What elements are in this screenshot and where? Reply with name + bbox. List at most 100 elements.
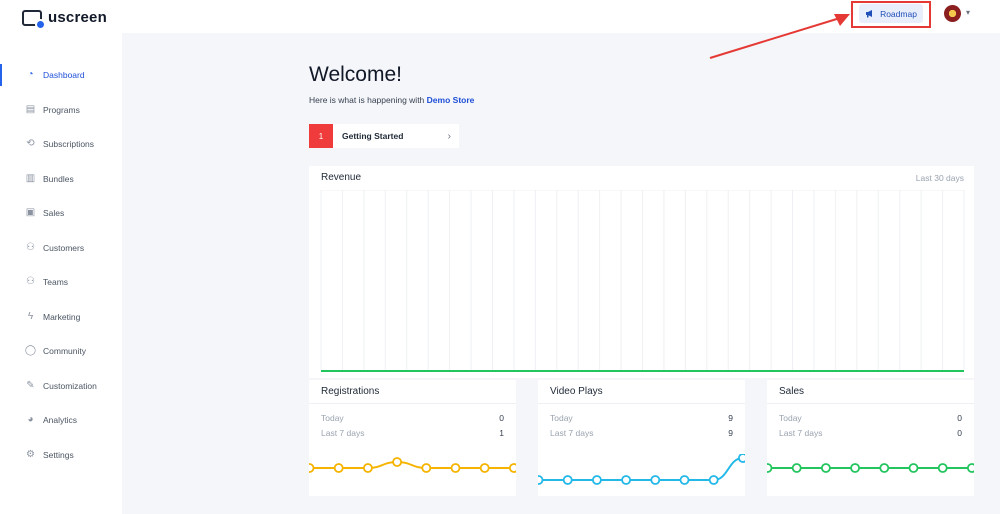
sidebar-item-label: Sales [43, 208, 65, 218]
page-title: Welcome! [309, 63, 402, 86]
sales-card: Sales Today 0 Last 7 days 0 [767, 380, 974, 496]
sidebar-item-subscriptions[interactable]: ⟲ Subscriptions [0, 133, 122, 155]
community-icon: ◯ [24, 345, 37, 356]
chevron-right-icon: › [447, 130, 451, 142]
sidebar-item-sales[interactable]: ▣ Sales [0, 202, 122, 224]
settings-icon: ⚙ [26, 449, 35, 460]
sparkline-point [850, 463, 860, 473]
video-plays-sparkline [538, 454, 745, 485]
analytics-icon: ◕ [27, 414, 34, 425]
bundles-icon: ▥ [25, 173, 36, 184]
revenue-title: Revenue [321, 172, 362, 183]
sparkline-point [967, 463, 974, 473]
sidebar: ◔ Dashboard ▤ Programs ⟲ Subscriptions ▥… [0, 33, 122, 514]
sparkline-point [791, 463, 802, 473]
card-today-label: Today [779, 413, 802, 423]
annotation-arrow [709, 14, 850, 59]
store-name-link[interactable]: Demo Store [427, 95, 475, 105]
card-week-value: 9 [728, 428, 733, 438]
sidebar-item-marketing[interactable]: ϟ Marketing [0, 306, 122, 328]
sidebar-item-label: Customization [43, 381, 97, 391]
sidebar-item-label: Customers [43, 243, 85, 253]
sparkline-point [738, 454, 745, 463]
sparkline-point [309, 463, 315, 473]
sparkline-point [879, 463, 890, 473]
sales-sparkline [767, 463, 974, 473]
registrations-sparkline [309, 457, 516, 473]
dashboard-icon: ◔ [27, 69, 34, 80]
card-divider [767, 403, 974, 404]
sidebar-item-dashboard[interactable]: ◔ Dashboard [0, 64, 122, 86]
sparkline-point [363, 463, 373, 473]
megaphone-icon [866, 10, 873, 18]
sidebar-item-label: Dashboard [43, 70, 85, 80]
sidebar-item-customers[interactable]: ⚇ Customers [0, 237, 122, 259]
card-week-label: Last 7 days [550, 428, 594, 438]
card-today-value: 0 [957, 413, 962, 423]
app-logo[interactable]: uscreen [22, 9, 107, 30]
roadmap-label: Roadmap [880, 8, 917, 19]
sidebar-item-label: Teams [43, 277, 69, 287]
registrations-card: Registrations Today 0 Last 7 days 1 [309, 380, 516, 496]
video-plays-card: Video Plays Today 9 Last 7 days 9 [538, 380, 745, 496]
revenue-range: Last 30 days [915, 173, 964, 183]
sparkline-point [650, 475, 661, 485]
sparkline-point [450, 463, 461, 473]
sidebar-item-community[interactable]: ◯ Community [0, 340, 122, 362]
programs-icon: ▤ [25, 104, 36, 115]
sparkline-point [333, 463, 344, 473]
card-today-value: 9 [728, 413, 733, 423]
revenue-chart [320, 190, 965, 372]
roadmap-button[interactable]: Roadmap [859, 4, 923, 23]
card-week-value: 1 [499, 428, 504, 438]
customers-icon: ⚇ [26, 242, 35, 253]
app-name: uscreen [48, 9, 107, 26]
card-divider [309, 403, 516, 404]
marketing-icon: ϟ [27, 311, 34, 322]
sparkline-point [538, 475, 544, 485]
logo-icon [22, 9, 46, 30]
card-week-value: 0 [957, 428, 962, 438]
sparkline-point [592, 475, 602, 485]
sparkline-point [937, 463, 948, 473]
card-title: Registrations [321, 386, 380, 397]
sidebar-item-bundles[interactable]: ▥ Bundles [0, 168, 122, 190]
sidebar-item-label: Programs [43, 105, 80, 115]
sidebar-item-customization[interactable]: ✎ Customization [0, 375, 122, 397]
sidebar-item-label: Bundles [43, 174, 74, 184]
card-today-label: Today [321, 413, 344, 423]
sparkline-point [509, 463, 516, 473]
sparkline-point [621, 475, 631, 485]
sparkline-point [821, 463, 831, 473]
card-week-label: Last 7 days [779, 428, 823, 438]
sidebar-item-label: Marketing [43, 312, 81, 322]
sidebar-item-teams[interactable]: ⚇ Teams [0, 271, 122, 293]
step-badge: 1 [309, 124, 333, 148]
sidebar-item-label: Community [43, 346, 86, 356]
subtitle-prefix: Here is what is happening with [309, 95, 425, 105]
sidebar-item-analytics[interactable]: ◕ Analytics [0, 409, 122, 431]
sparkline-point [679, 475, 690, 485]
card-divider [538, 403, 745, 404]
teams-icon: ⚇ [26, 276, 35, 287]
sparkline-point [479, 463, 490, 473]
subscriptions-icon: ⟲ [26, 138, 35, 149]
chevron-down-icon[interactable]: ▾ [966, 8, 970, 17]
card-today-value: 0 [499, 413, 504, 423]
card-title: Sales [779, 386, 805, 397]
sidebar-item-label: Subscriptions [43, 139, 95, 149]
page-subtitle: Here is what is happening with Demo Stor… [309, 95, 474, 105]
getting-started-button[interactable]: 1 Getting Started › [309, 124, 459, 148]
sidebar-item-label: Analytics [43, 415, 78, 425]
sparkline-point [392, 457, 402, 467]
sidebar-item-programs[interactable]: ▤ Programs [0, 99, 122, 121]
avatar[interactable] [944, 5, 961, 22]
sparkline-point [708, 475, 719, 485]
sales-icon: ▣ [25, 207, 36, 218]
card-today-label: Today [550, 413, 573, 423]
sparkline-point [562, 475, 573, 485]
sidebar-item-settings[interactable]: ⚙ Settings [0, 444, 122, 466]
revenue-card: Revenue Last 30 days [309, 166, 974, 378]
sparkline-point [421, 463, 432, 473]
sparkline-point [767, 463, 773, 473]
